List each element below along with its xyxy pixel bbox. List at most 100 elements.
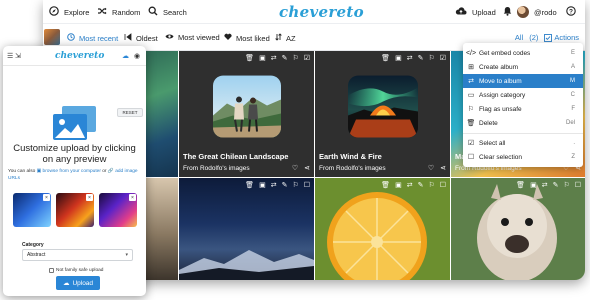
- nsfw-label: Not family safe upload: [56, 268, 104, 273]
- menu-divider: [463, 133, 583, 134]
- panel-info-text: You can also ▣ browse from your computer…: [8, 168, 141, 182]
- tile-actions: ♡ ⋖: [292, 164, 310, 172]
- shortcut-key: Del: [565, 120, 575, 126]
- upload-button[interactable]: ☁ Upload: [56, 276, 100, 290]
- browse-computer-link[interactable]: browse from your computer: [43, 169, 101, 174]
- image-tile[interactable]: [143, 51, 178, 177]
- edit-icon[interactable]: ✎: [282, 55, 288, 63]
- image-tile-selected[interactable]: 🗑 ▣ ⇄ ✎ ⚐ ☑: [315, 51, 450, 177]
- shrink-icon[interactable]: ⇲: [15, 52, 21, 60]
- select-all-icon: ☑: [467, 140, 475, 147]
- image-title[interactable]: The Great Chilean Landscape: [183, 152, 288, 161]
- image-author[interactable]: From Rodolfo's images: [183, 165, 250, 172]
- svg-text:?: ?: [569, 8, 573, 15]
- image-tile[interactable]: 🗑 ▣ ⇄ ✎ ⚐ ☐: [451, 178, 585, 280]
- actions-button[interactable]: Actions: [544, 33, 579, 42]
- checkbox-icon[interactable]: ☑: [440, 55, 446, 63]
- tab-most-recent[interactable]: Most recent: [67, 33, 118, 43]
- image-author[interactable]: From Rodolfo's images: [319, 165, 386, 172]
- tab-az[interactable]: AZ: [275, 33, 296, 43]
- mountain-silhouette: [179, 250, 314, 280]
- like-icon[interactable]: ♡: [292, 164, 298, 172]
- upload-queue-preview[interactable]: ×: [99, 193, 137, 227]
- select-all-link[interactable]: All: [515, 33, 523, 42]
- upload-queue-preview[interactable]: ×: [13, 193, 51, 227]
- account-icon[interactable]: ◉: [134, 52, 140, 60]
- edit-icon[interactable]: ✎: [282, 182, 288, 190]
- checkbox-icon[interactable]: [49, 268, 54, 273]
- menu-item-flag-unsafe[interactable]: ⚐ Flag as unsafe F: [463, 102, 583, 116]
- trash-icon: 🗑: [466, 120, 476, 127]
- nsfw-checkbox[interactable]: Not family safe upload: [49, 268, 103, 273]
- tab-most-viewed[interactable]: Most viewed: [165, 33, 220, 42]
- menu-item-label: Select all: [479, 139, 506, 147]
- menu-item-label: Delete: [479, 119, 498, 127]
- shortcut-key: A: [570, 64, 575, 70]
- upload-queue-preview[interactable]: ×: [56, 193, 94, 227]
- remove-icon[interactable]: ×: [86, 194, 93, 201]
- image-tile[interactable]: 🗑 ▣ ⇄ ✎ ⚐ ☐: [315, 178, 450, 280]
- remove-icon[interactable]: ×: [129, 194, 136, 201]
- tile-actions: ♡ ⋖: [428, 164, 446, 172]
- flag-icon[interactable]: ⚐: [292, 182, 298, 190]
- link-icon: 🔗: [107, 169, 114, 174]
- reset-button[interactable]: RESET: [117, 108, 143, 117]
- menu-item-clear-selection[interactable]: ☐ Clear selection Z: [463, 150, 583, 164]
- move-icon[interactable]: ⇄: [271, 55, 277, 63]
- screenshot-stage: Explore Random Search chevereto Upload @…: [0, 0, 590, 300]
- tab-most-liked[interactable]: Most liked: [224, 33, 270, 43]
- image-tile[interactable]: [143, 178, 178, 280]
- help-button[interactable]: ?: [566, 6, 576, 19]
- user-menu[interactable]: @rodo: [517, 6, 557, 18]
- share-icon[interactable]: ⋖: [440, 164, 446, 172]
- hamburger-menu-icon[interactable]: ☰: [7, 52, 13, 60]
- menu-item-delete[interactable]: 🗑 Delete Del: [463, 116, 583, 130]
- checkbox-icon[interactable]: ☐: [304, 182, 310, 190]
- image-title[interactable]: Earth Wind & Fire: [319, 152, 382, 161]
- reset-label: RESET: [122, 110, 138, 115]
- flag-icon[interactable]: ⚐: [428, 55, 434, 63]
- menu-item-move-to-album[interactable]: ⇄ Move to album M: [463, 74, 583, 88]
- nav-random[interactable]: Random: [97, 6, 140, 19]
- image-tile-selected[interactable]: 🗑 ▣ ⇄ ✎ ⚐ ☑: [179, 51, 314, 177]
- menu-item-select-all[interactable]: ☑ Select all .: [463, 136, 583, 150]
- share-icon[interactable]: ⋖: [304, 164, 310, 172]
- nav-random-label: Random: [112, 8, 141, 17]
- site-logo[interactable]: chevereto: [279, 3, 364, 21]
- selection-count: (2): [529, 33, 539, 42]
- remove-icon[interactable]: ×: [43, 194, 50, 201]
- nav-search-label: Search: [163, 8, 187, 17]
- flag-icon[interactable]: ⚐: [292, 55, 298, 63]
- tile-toolbar: 🗑 ▣ ⇄ ✎ ⚐ ☐: [245, 182, 310, 190]
- nav-upload[interactable]: Upload: [455, 6, 496, 19]
- menu-item-assign-category[interactable]: ▭ Assign category C: [463, 88, 583, 102]
- cloud-upload-icon[interactable]: ☁: [122, 52, 129, 60]
- album-icon[interactable]: ▣: [395, 55, 402, 63]
- menu-item-get-embed-codes[interactable]: </> Get embed codes E: [463, 46, 583, 60]
- image-tile[interactable]: 🗑 ▣ ⇄ ✎ ⚐ ☐: [179, 178, 314, 280]
- shuffle-icon: [97, 6, 107, 19]
- tab-oldest[interactable]: Oldest: [124, 33, 158, 43]
- shortcut-key: .: [573, 140, 575, 146]
- flag-icon: ⚐: [467, 106, 475, 113]
- nav-explore[interactable]: Explore: [49, 6, 89, 19]
- album-cover-thumbnail[interactable]: [44, 29, 60, 45]
- trash-icon[interactable]: 🗑: [381, 55, 390, 63]
- add-album-icon: ⊞: [468, 64, 474, 71]
- top-navigation-bar: Explore Random Search chevereto Upload @…: [43, 0, 585, 24]
- menu-item-create-album[interactable]: ⊞ Create album A: [463, 60, 583, 74]
- info-or: or: [102, 169, 107, 174]
- move-icon[interactable]: ⇄: [407, 55, 413, 63]
- edit-icon[interactable]: ✎: [418, 55, 424, 63]
- album-icon[interactable]: ▣: [259, 182, 266, 190]
- like-icon[interactable]: ♡: [428, 164, 434, 172]
- trash-icon[interactable]: 🗑: [245, 55, 254, 63]
- notifications-button[interactable]: [503, 6, 512, 19]
- album-icon[interactable]: ▣: [259, 55, 266, 63]
- category-select[interactable]: Abstract ▾: [22, 249, 133, 261]
- checkbox-icon[interactable]: ☑: [304, 55, 310, 63]
- image-icon: ▣: [36, 169, 42, 174]
- nav-search[interactable]: Search: [148, 6, 187, 19]
- move-icon[interactable]: ⇄: [271, 182, 277, 190]
- trash-icon[interactable]: 🗑: [245, 182, 254, 190]
